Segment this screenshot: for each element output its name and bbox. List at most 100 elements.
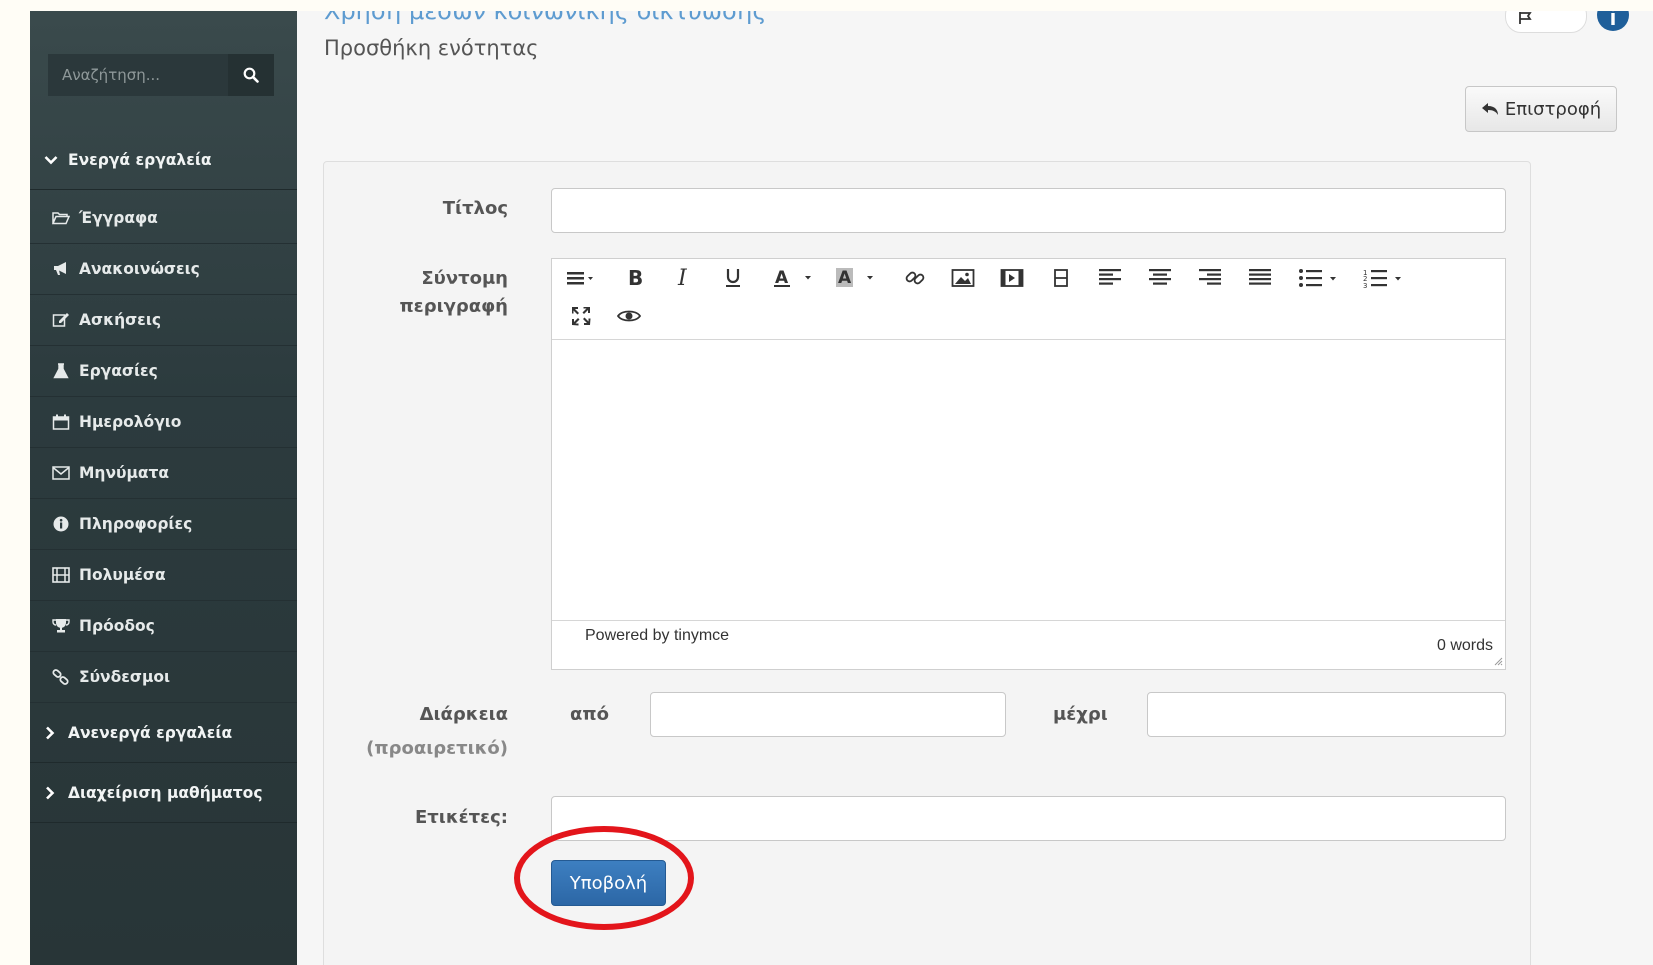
description-label: Σύντομη περιγραφή — [399, 265, 508, 321]
image-icon — [951, 269, 975, 287]
preview-button[interactable] — [614, 303, 644, 329]
rich-text-editor: B I A A 1 2 3 Powered by tinymce 0 words — [551, 258, 1506, 670]
sidebar-search — [48, 54, 274, 96]
from-date-input[interactable] — [650, 692, 1006, 737]
bold-button[interactable]: B — [620, 265, 650, 291]
to-date-input[interactable] — [1147, 692, 1506, 737]
back-button[interactable]: Επιστροφή — [1465, 86, 1617, 132]
submit-button[interactable]: Υποβολή — [551, 860, 666, 906]
align-right-icon — [1199, 269, 1221, 285]
underline-button[interactable] — [718, 265, 748, 291]
chevron-right-icon — [46, 726, 55, 739]
page-subtitle: Προσθήκη ενότητας — [324, 36, 539, 60]
background-color-button[interactable]: A — [832, 265, 880, 291]
folder-open-icon — [51, 209, 71, 227]
tags-input[interactable] — [551, 796, 1506, 841]
sidebar-item-label: Σύνδεσμοι — [79, 668, 171, 686]
title-input[interactable] — [551, 188, 1506, 233]
numbered-list-button[interactable]: 123 — [1362, 265, 1412, 291]
sidebar-section-course-admin[interactable]: Διαχείριση μαθήματος — [30, 763, 297, 823]
eye-icon — [617, 310, 641, 322]
description-label-line: περιγραφή — [399, 296, 508, 317]
text-color-button[interactable]: A — [770, 265, 818, 291]
chevron-right-icon — [46, 786, 55, 799]
numbered-list-icon: 123 — [1363, 269, 1401, 288]
bullhorn-icon — [51, 260, 71, 278]
align-center-button[interactable] — [1145, 265, 1175, 291]
page-break-icon — [1054, 269, 1068, 287]
background-color-icon: A — [836, 268, 873, 288]
sidebar-item-exercises[interactable]: Ασκήσεις — [30, 295, 297, 346]
editor-statusbar: Powered by tinymce 0 words — [552, 620, 1505, 669]
sidebar-item-announcements[interactable]: Ανακοινώσεις — [30, 244, 297, 295]
sidebar-item-label: Πολυμέσα — [79, 566, 166, 584]
sidebar-item-assignments[interactable]: Εργασίες — [30, 346, 297, 397]
from-label: από — [570, 704, 609, 725]
toggle-switch[interactable] — [1505, 11, 1587, 33]
sidebar-item-calendar[interactable]: Ημερολόγιο — [30, 397, 297, 448]
page-break-button[interactable] — [1046, 265, 1076, 291]
fullscreen-icon — [572, 307, 591, 326]
insert-link-button[interactable] — [900, 265, 930, 291]
insert-media-button[interactable] — [997, 265, 1027, 291]
editor-content-area[interactable] — [552, 340, 1505, 620]
sidebar-item-documents[interactable]: Έγγραφα — [30, 193, 297, 244]
sidebar-item-label: Πληροφορίες — [79, 515, 193, 533]
main-content: Χρήση μέσων κοινωνικής δικτύωσης Προσθήκ… — [297, 11, 1653, 965]
sidebar: Ενεργά εργαλεία Έγγραφα Ανακοινώσεις Ασκ… — [30, 11, 297, 965]
sidebar-item-label: Πρόοδος — [79, 617, 155, 635]
app-frame: Ενεργά εργαλεία Έγγραφα Ανακοινώσεις Ασκ… — [30, 11, 1653, 965]
sidebar-item-progress[interactable]: Πρόοδος — [30, 601, 297, 652]
bullet-list-button[interactable] — [1297, 265, 1347, 291]
description-label-line: Σύντομη — [421, 268, 508, 289]
search-button[interactable] — [228, 54, 274, 96]
fullscreen-button[interactable] — [566, 303, 596, 329]
sidebar-section-inactive-tools[interactable]: Ανενεργά εργαλεία — [30, 703, 297, 763]
sidebar-item-label: Εργασίες — [79, 362, 158, 380]
to-label: μέχρι — [1053, 704, 1108, 725]
insert-image-button[interactable] — [948, 265, 978, 291]
svg-text:3: 3 — [1363, 282, 1367, 288]
editor-powered-by[interactable]: Powered by tinymce — [585, 627, 729, 645]
align-left-icon — [1099, 269, 1121, 285]
trophy-icon — [51, 617, 71, 635]
sidebar-item-info[interactable]: Πληροφορίες — [30, 499, 297, 550]
reply-icon — [1481, 103, 1498, 115]
link-icon — [51, 668, 71, 686]
bullet-list-icon — [1299, 269, 1336, 287]
form-panel: Τίτλος Σύντομη περιγραφή B I A A 1 2 3 P… — [323, 161, 1531, 965]
search-input[interactable] — [48, 54, 228, 96]
editor-word-count: 0 words — [1436, 637, 1493, 654]
top-icons — [1505, 11, 1629, 33]
duration-optional-label: (προαιρετικό) — [366, 738, 508, 759]
sidebar-item-multimedia[interactable]: Πολυμέσα — [30, 550, 297, 601]
sidebar-item-links[interactable]: Σύνδεσμοι — [30, 652, 297, 703]
svg-text:A: A — [838, 268, 852, 288]
align-justify-button[interactable] — [1245, 265, 1275, 291]
align-right-button[interactable] — [1195, 265, 1225, 291]
course-title[interactable]: Χρήση μέσων κοινωνικής δικτύωσης — [324, 11, 766, 25]
editor-toolbar: B I A A 1 2 3 — [552, 259, 1505, 340]
paragraph-format-icon — [567, 272, 593, 285]
italic-button[interactable]: I — [669, 265, 699, 291]
text-color-icon: A — [774, 268, 811, 288]
resize-handle-icon[interactable] — [1493, 656, 1503, 666]
flask-icon — [51, 362, 71, 380]
info-circle-icon[interactable] — [1597, 11, 1629, 31]
sidebar-item-label: Μηνύματα — [79, 464, 170, 482]
sidebar-section-label: Ενεργά εργαλεία — [68, 150, 212, 169]
sidebar-section-active-tools[interactable]: Ενεργά εργαλεία — [30, 130, 297, 190]
sidebar-item-label: Ασκήσεις — [79, 311, 162, 329]
flag-icon — [1519, 12, 1532, 24]
sidebar-section-label: Διαχείριση μαθήματος — [68, 783, 263, 802]
align-left-button[interactable] — [1095, 265, 1125, 291]
info-circle-icon — [51, 515, 71, 533]
chevron-down-icon — [44, 155, 58, 164]
sidebar-item-messages[interactable]: Μηνύματα — [30, 448, 297, 499]
italic-icon: I — [677, 267, 688, 289]
link-icon — [905, 271, 925, 285]
envelope-icon — [51, 464, 71, 482]
formats-button[interactable] — [566, 265, 596, 291]
title-label: Τίτλος — [442, 198, 508, 219]
underline-icon — [726, 269, 740, 287]
